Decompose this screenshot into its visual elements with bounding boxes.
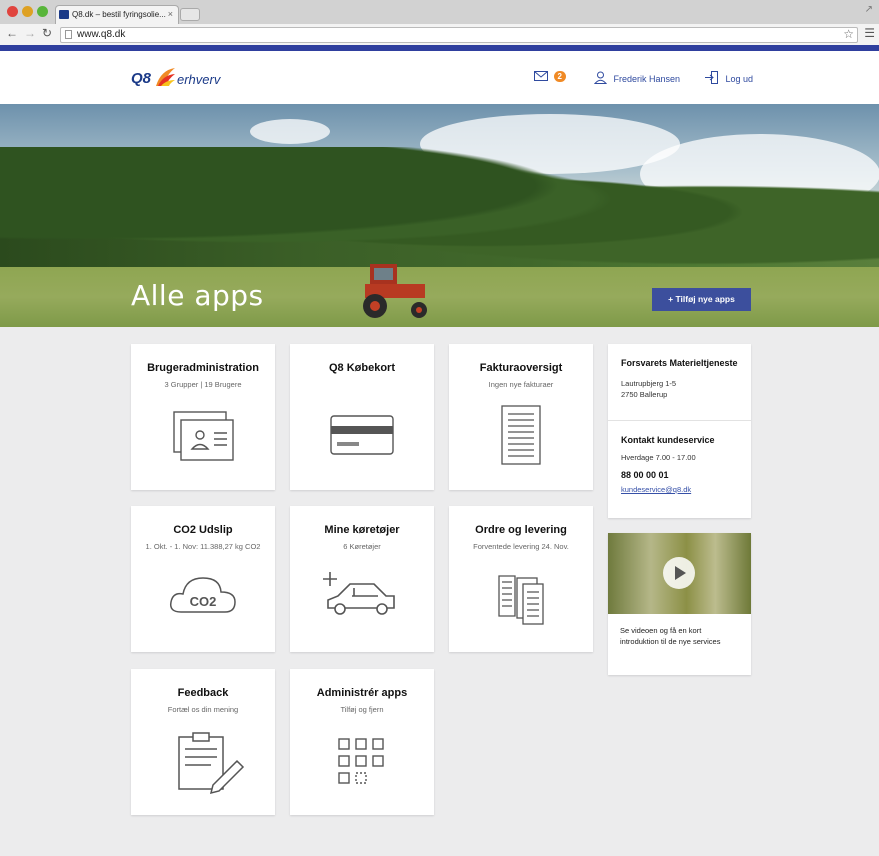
forward-arrow-icon[interactable]: →	[24, 26, 36, 40]
navigation-bar: ← → ↻ www.q8.dk ☆ ☰	[0, 24, 879, 45]
support-email-link[interactable]: kundeservice@q8.dk	[621, 485, 739, 494]
logout-label: Log ud	[725, 74, 754, 84]
browser-tab[interactable]: Q8.dk – bestil fyringsolie... ×	[55, 5, 179, 24]
messages-count-badge: 2	[553, 71, 566, 82]
car-add-icon	[323, 572, 395, 615]
app-card-subtitle: 3 Grupper | 19 Brugere	[164, 380, 242, 389]
clipboard-pencil-icon	[178, 732, 245, 795]
messages-link[interactable]: 2	[534, 71, 566, 82]
maximize-window-icon[interactable]	[37, 6, 48, 17]
app-card-brugeradministration[interactable]: Brugeradministration 3 Grupper | 19 Brug…	[131, 344, 275, 490]
logout-link[interactable]: Log ud	[705, 71, 753, 84]
company-info-panel: Forsvarets Materieltjeneste Lautrupbjerg…	[608, 344, 751, 518]
app-card-title: Brugeradministration	[147, 362, 259, 374]
app-card-subtitle: Fortæl os din mening	[167, 705, 239, 714]
tab-title: Q8.dk – bestil fyringsolie...	[72, 10, 166, 19]
app-card-ordre-levering[interactable]: Ordre og levering Forventede levering 24…	[449, 506, 593, 652]
fullscreen-icon[interactable]: ↗	[865, 4, 873, 15]
url-text: www.q8.dk	[77, 29, 126, 40]
app-card-feedback[interactable]: Feedback Fortæl os din mening	[131, 669, 275, 815]
app-card-mine-koretojer[interactable]: Mine køretøjer 6 Køretøjer	[290, 506, 434, 652]
app-card-fakturaoversigt[interactable]: Fakturaoversigt Ingen nye fakturaer	[449, 344, 593, 490]
address-bar[interactable]: www.q8.dk ☆	[60, 27, 858, 43]
intro-video-card[interactable]: Se videoen og få en kort introduktion ti…	[608, 533, 751, 675]
reload-icon[interactable]: ↻	[42, 26, 52, 40]
id-card-icon	[173, 411, 234, 461]
back-arrow-icon[interactable]: ←	[6, 26, 18, 40]
app-card-co2-udslip[interactable]: CO2 Udslip 1. Okt. - 1. Nov: 11.388,27 k…	[131, 506, 275, 652]
user-icon	[593, 71, 608, 84]
add-apps-button[interactable]: + Tilføj nye apps	[652, 288, 751, 311]
co2-cloud-icon: CO2	[169, 577, 236, 613]
app-card-subtitle: Ingen nye fakturaer	[488, 380, 554, 389]
app-card-kobekort[interactable]: Q8 Købekort	[290, 344, 434, 490]
bookmark-star-icon[interactable]: ☆	[843, 27, 854, 41]
support-title: Kontakt kundeservice	[621, 435, 715, 445]
company-address-line1: Lautrupbjerg 1-5	[621, 379, 677, 388]
page-icon	[65, 30, 72, 39]
q8-sails-icon	[156, 68, 175, 86]
close-window-icon[interactable]	[7, 6, 18, 17]
user-name: Frederik Hansen	[613, 74, 681, 84]
app-card-title: CO2 Udslip	[173, 524, 233, 536]
app-grid-icon	[338, 738, 384, 784]
invoice-list-icon	[501, 405, 541, 465]
app-card-subtitle: 6 Køretøjer	[343, 542, 381, 551]
new-tab-button[interactable]	[180, 8, 200, 21]
close-tab-icon[interactable]: ×	[168, 6, 173, 23]
app-card-administrer-apps[interactable]: Administrér apps Tilføj og fjern	[290, 669, 434, 815]
browser-chrome: Q8.dk – bestil fyringsolie... × ↗ ← → ↻ …	[0, 0, 879, 45]
user-profile-link[interactable]: Frederik Hansen	[593, 71, 681, 84]
support-phone: 88 00 00 01	[621, 470, 669, 480]
hero-banner: Alle apps + Tilføj nye apps	[0, 104, 879, 327]
logout-door-icon	[705, 71, 718, 84]
credit-card-icon	[330, 415, 394, 455]
logo-q8-text: Q8	[131, 70, 152, 87]
envelope-icon	[534, 71, 548, 81]
app-card-title: Ordre og levering	[475, 524, 567, 536]
app-card-title: Administrér apps	[316, 687, 408, 699]
app-card-title: Fakturaoversigt	[479, 362, 563, 374]
tab-strip: Q8.dk – bestil fyringsolie... × ↗	[0, 0, 879, 24]
site-header: Q8 erhverv 2 Frederik Hansen Log ud	[0, 51, 879, 104]
app-card-title: Q8 Købekort	[328, 362, 395, 374]
minimize-window-icon[interactable]	[22, 6, 33, 17]
support-hours: Hverdage 7.00 - 17.00	[621, 453, 696, 462]
order-documents-icon	[498, 575, 544, 625]
app-card-title: Mine køretøjer	[324, 524, 400, 536]
company-address-line2: 2750 Ballerup	[621, 390, 668, 399]
page-title: Alle apps	[131, 279, 264, 312]
video-thumbnail[interactable]	[608, 533, 751, 614]
app-card-subtitle: 1. Okt. - 1. Nov: 11.388,27 kg CO2	[145, 542, 261, 551]
app-card-subtitle: Tilføj og fjern	[340, 705, 384, 714]
logo-erhverv-text: erhverv	[177, 72, 221, 87]
tractor-image	[363, 264, 427, 318]
app-card-subtitle: Forventede levering 24. Nov.	[473, 542, 569, 551]
browser-menu-icon[interactable]: ☰	[864, 26, 875, 40]
company-name: Forsvarets Materieltjeneste	[621, 358, 738, 368]
co2-icon-text: CO2	[190, 594, 217, 609]
video-caption: Se videoen og få en kort introduktion ti…	[620, 626, 721, 646]
play-icon[interactable]	[663, 557, 695, 589]
app-card-title: Feedback	[177, 687, 229, 699]
q8-favicon-icon	[59, 10, 69, 19]
